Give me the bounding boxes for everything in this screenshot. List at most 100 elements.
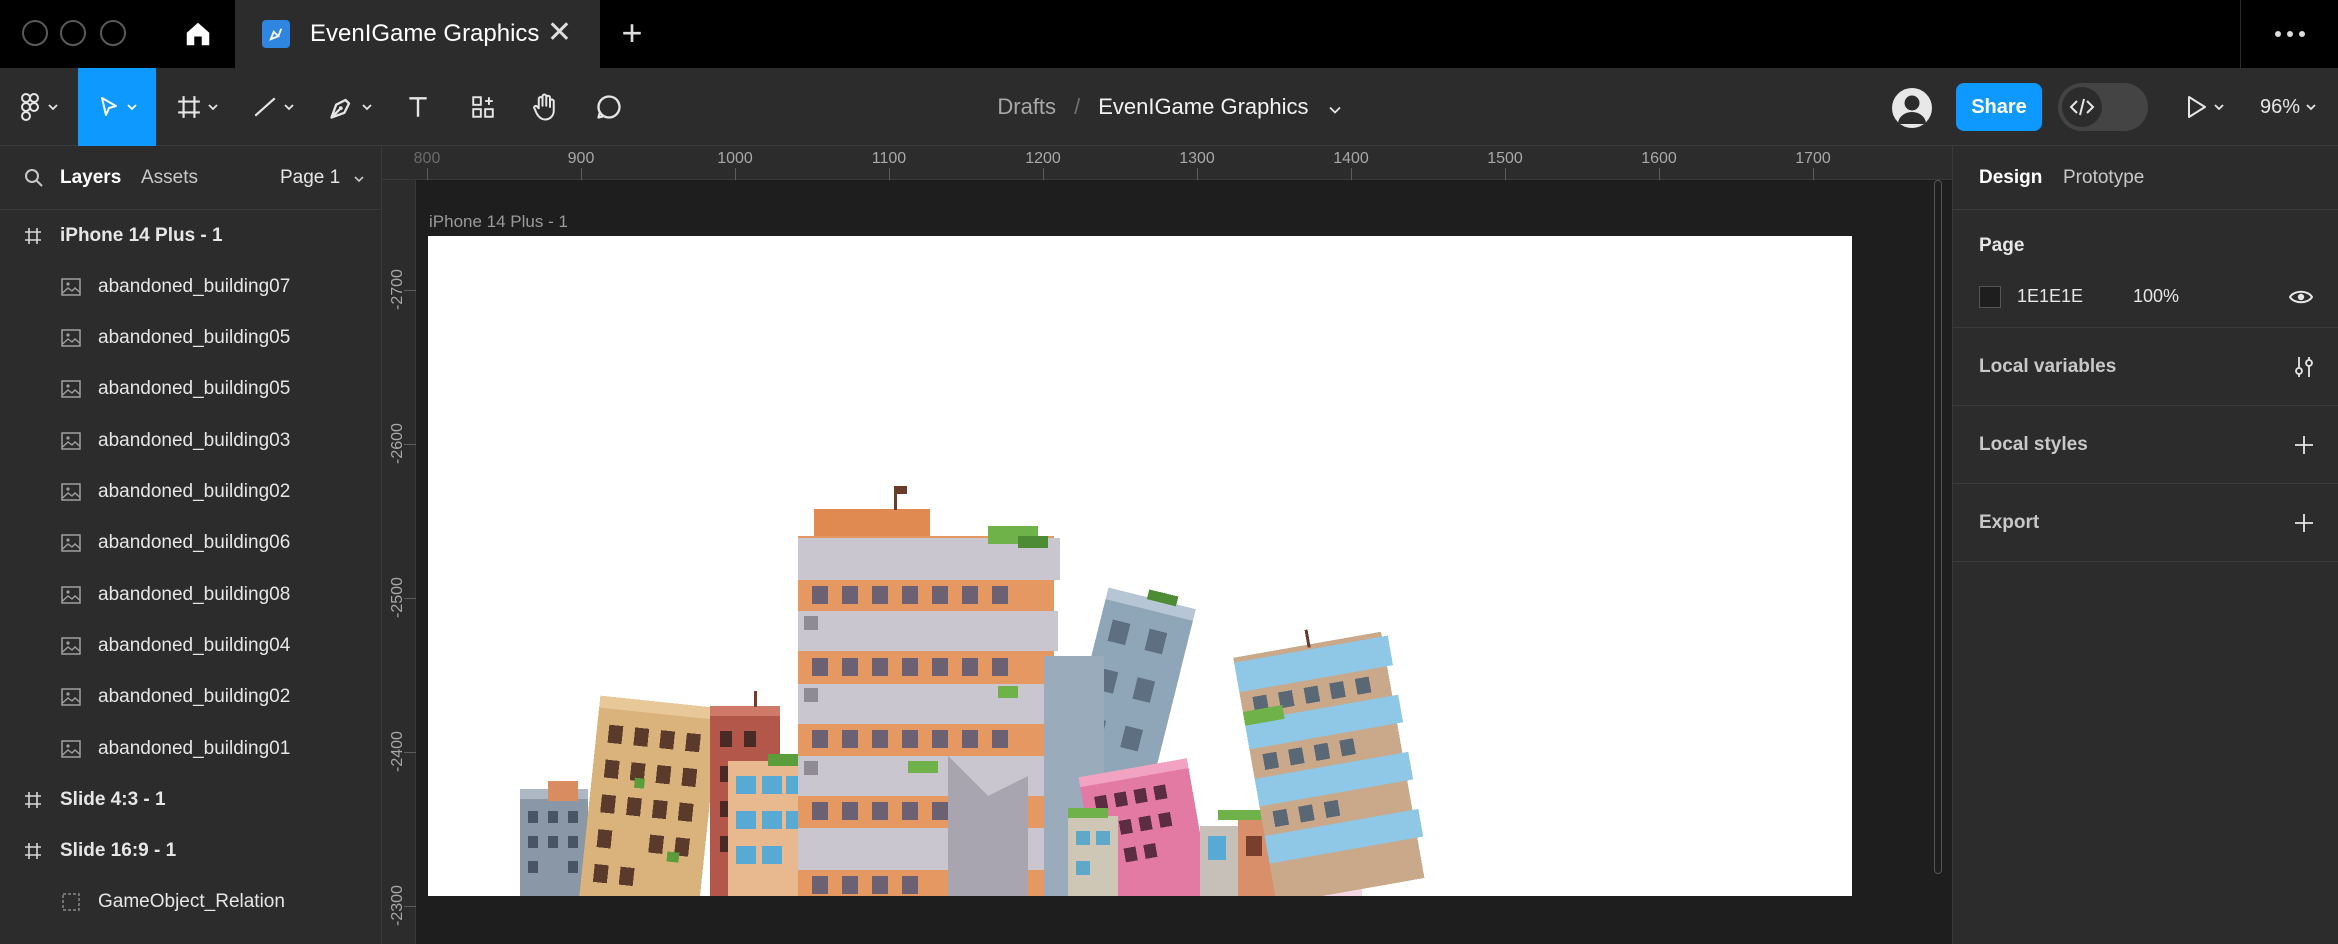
ruler-x-label: 1300 — [1179, 150, 1215, 167]
ruler-x-tick — [581, 168, 582, 180]
present-button[interactable] — [2180, 68, 2230, 146]
resources-button[interactable] — [462, 68, 504, 146]
page-selector-label: Page 1 — [280, 167, 341, 188]
section-icon — [58, 889, 84, 915]
layer-row[interactable]: iPhone 14 Plus - 1 — [0, 210, 382, 261]
chevron-down-icon — [2214, 104, 2224, 111]
layer-row[interactable]: abandoned_building08 — [0, 569, 382, 620]
ruler-y-tick — [404, 598, 416, 599]
layer-row[interactable]: abandoned_building05 — [0, 364, 382, 415]
layer-row[interactable]: abandoned_building02 — [0, 672, 382, 723]
export-heading: Export — [1979, 512, 2040, 533]
layer-name: abandoned_building05 — [98, 378, 291, 400]
hand-tool-button[interactable] — [524, 68, 566, 146]
breadcrumb-separator: / — [1074, 94, 1081, 119]
move-tool-icon — [101, 97, 117, 116]
page-opacity[interactable]: 100% — [2133, 286, 2179, 307]
ruler-x-label: 1100 — [871, 150, 907, 167]
tab-prototype[interactable]: Prototype — [2063, 146, 2144, 210]
text-tool-icon — [409, 97, 427, 117]
frame-iphone-14-plus[interactable] — [428, 236, 1852, 896]
pen-tool-button[interactable] — [318, 68, 382, 146]
image-icon — [58, 530, 84, 556]
frame-icon — [20, 223, 46, 249]
avatar[interactable] — [1892, 88, 1932, 128]
comment-tool-button[interactable] — [588, 68, 630, 146]
tab-layers[interactable]: Layers — [60, 146, 121, 210]
search-icon[interactable] — [24, 168, 44, 188]
page-section: Page 1E1E1E 100% — [1953, 210, 2338, 328]
components-icon — [472, 96, 494, 118]
image-icon — [58, 274, 84, 300]
layer-row[interactable]: abandoned_building04 — [0, 620, 382, 671]
frame-tool-button[interactable] — [166, 68, 228, 146]
ruler-horizontal: 800 900 1000 1100 1200 1300 1400 1500 1600 1700 — [382, 146, 1952, 180]
ruler-x-label: 1000 — [717, 150, 753, 167]
image-icon — [58, 684, 84, 710]
file-name: EvenIGame Graphics — [1098, 94, 1309, 119]
layer-row[interactable]: abandoned_building07 — [0, 261, 382, 312]
ruler-x-label: 1200 — [1025, 150, 1061, 167]
tab-design[interactable]: Design — [1979, 146, 2042, 210]
new-tab-button[interactable]: + — [612, 14, 652, 54]
breadcrumb-drafts-link[interactable]: Drafts — [997, 94, 1056, 120]
ruler-y-tick — [404, 906, 416, 907]
eye-icon[interactable] — [2289, 288, 2313, 306]
window-close-control[interactable] — [22, 20, 48, 46]
ruler-x-label: 800 — [413, 150, 441, 167]
zoom-level: 96% — [2260, 95, 2301, 118]
page-selector[interactable]: Page 1 — [280, 146, 364, 210]
line-tool-button[interactable] — [240, 68, 306, 146]
vertical-scrollbar[interactable] — [1934, 180, 1942, 874]
text-tool-button[interactable] — [398, 68, 438, 146]
image-icon — [58, 325, 84, 351]
layer-name: abandoned_building02 — [98, 481, 291, 502]
add-style-button[interactable] — [2289, 430, 2319, 460]
chevron-down-icon — [284, 104, 294, 111]
building-small-grey — [520, 781, 588, 896]
file-name-button[interactable]: EvenIGame Graphics — [1098, 94, 1341, 120]
window-zoom-control[interactable] — [100, 20, 126, 46]
ruler-y-tick — [404, 444, 416, 445]
chevron-down-icon — [1328, 106, 1341, 114]
layer-row[interactable]: abandoned_building02 — [0, 467, 382, 518]
more-options-button[interactable] — [2240, 0, 2338, 68]
layer-row[interactable]: abandoned_building05 — [0, 313, 382, 364]
ruler-x-tick — [1505, 168, 1506, 180]
zoom-menu-button[interactable]: 96% — [2260, 68, 2316, 146]
image-icon — [58, 633, 84, 659]
tab-assets[interactable]: Assets — [141, 146, 198, 210]
frame-label[interactable]: iPhone 14 Plus - 1 — [429, 212, 568, 232]
variables-button[interactable] — [2289, 352, 2319, 382]
image-icon — [58, 582, 84, 608]
tab-close-icon[interactable]: ✕ — [547, 18, 572, 48]
layer-name: abandoned_building03 — [98, 429, 291, 451]
page-color-hex[interactable]: 1E1E1E — [2017, 286, 2083, 307]
page-color-swatch[interactable] — [1979, 286, 2001, 308]
chevron-down-icon — [48, 104, 58, 111]
layer-row[interactable]: abandoned_building06 — [0, 518, 382, 569]
frame-tool-icon — [178, 96, 200, 118]
toolbar: Drafts / EvenIGame Graphics Share 96% — [0, 68, 2338, 146]
move-tool-button[interactable] — [78, 68, 156, 146]
figma-menu-icon — [21, 93, 39, 121]
add-export-button[interactable] — [2289, 508, 2319, 538]
share-button[interactable]: Share — [1956, 83, 2042, 131]
window-minimize-control[interactable] — [60, 20, 86, 46]
abandoned-buildings-artwork — [520, 486, 1425, 896]
layer-row[interactable]: GameObject_Relation — [0, 877, 382, 928]
ruler-x-tick — [1351, 168, 1352, 180]
tab-title: EvenIGame Graphics — [310, 20, 540, 47]
home-button[interactable] — [160, 0, 236, 68]
layers-panel: Layers Assets Page 1 iPhone 14 Plus - 1 a… — [0, 146, 382, 944]
layer-row[interactable]: abandoned_building03 — [0, 415, 382, 466]
main-menu-button[interactable] — [10, 68, 68, 146]
file-tab[interactable]: EvenIGame Graphics ✕ — [236, 0, 600, 68]
layer-row[interactable]: abandoned_building01 — [0, 723, 382, 774]
dev-mode-toggle[interactable] — [2058, 83, 2148, 131]
layer-row[interactable]: Slide 4:3 - 1 — [0, 774, 382, 825]
hand-tool-icon — [533, 93, 555, 121]
building-blue-windows — [728, 754, 808, 896]
canvas[interactable]: 800 900 1000 1100 1200 1300 1400 1500 1600 1700 -… — [382, 146, 1952, 944]
layer-row[interactable]: Slide 16:9 - 1 — [0, 826, 382, 877]
